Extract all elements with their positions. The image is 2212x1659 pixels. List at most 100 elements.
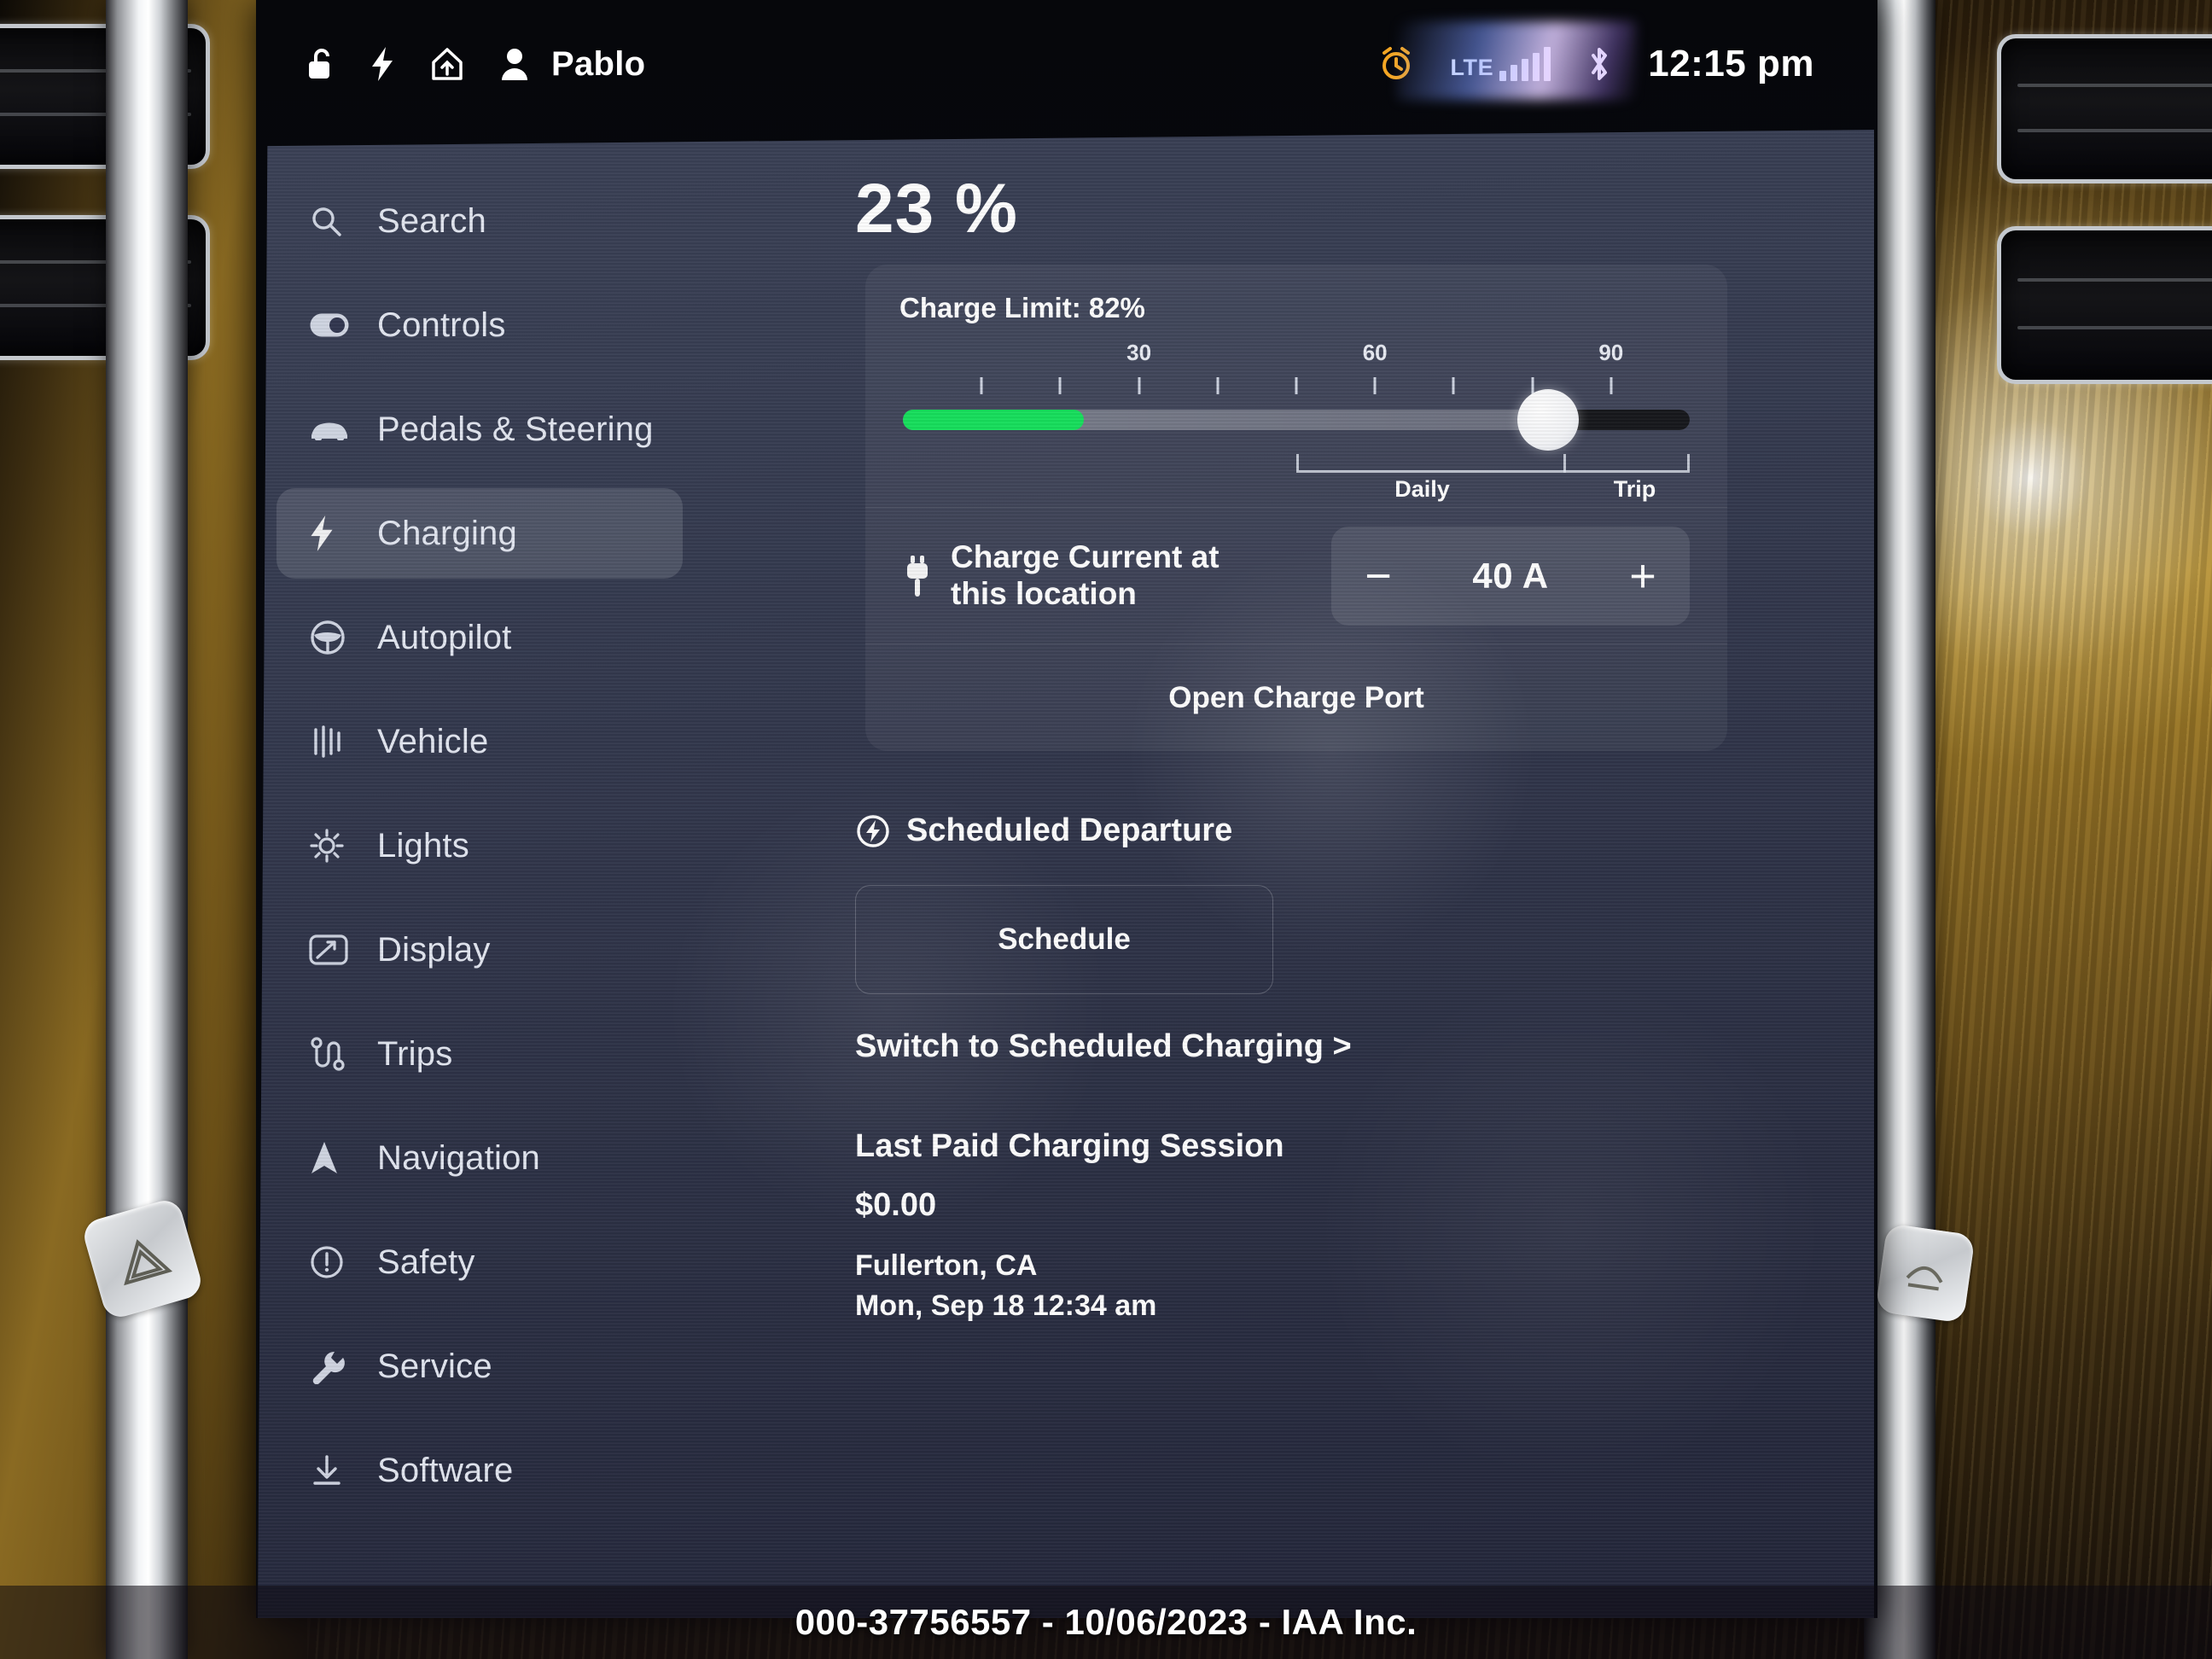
charge-current-label: Charge Current at this location (951, 539, 1220, 613)
sidebar-item-trips[interactable]: Trips (276, 1009, 683, 1099)
signal-bars-icon (1499, 47, 1551, 81)
navigation-arrow-icon (309, 1139, 353, 1177)
steering-wheel-icon (309, 619, 353, 656)
charging-main-content: 23 % Charge Limit: 82% 30 60 90 Daily Trip (719, 130, 1862, 1322)
sidebar-item-label: Search (377, 201, 486, 240)
slider-tick (980, 377, 983, 394)
sidebar-item-label: Trips (377, 1034, 453, 1073)
tesla-touchscreen: Pablo LTE 12:15 pm Search Controls Pedal… (256, 0, 1877, 1618)
clock-time: 12:15 pm (1648, 43, 1814, 84)
sidebar-item-label: Controls (377, 306, 506, 344)
lightning-bolt-icon[interactable] (370, 46, 394, 82)
sidebar-item-navigation[interactable]: Navigation (276, 1113, 683, 1203)
charge-current-row: Charge Current at this location − 40 A + (865, 507, 1727, 643)
charge-current-label-line1: Charge Current at (951, 538, 1220, 574)
increase-current-button[interactable]: + (1596, 527, 1690, 626)
sidebar-item-vehicle[interactable]: Vehicle (276, 696, 683, 787)
slider-tick (1216, 377, 1220, 394)
daily-range-label: Daily (1394, 476, 1450, 502)
network-type-label: LTE (1450, 55, 1494, 80)
last-session-location: Fullerton, CA (855, 1249, 1038, 1282)
decrease-current-button[interactable]: − (1331, 527, 1425, 626)
last-session-amount: $0.00 (855, 1187, 937, 1223)
sidebar-item-label: Pedals & Steering (377, 410, 654, 448)
user-profile-name[interactable]: Pablo (551, 45, 645, 84)
range-bracket-divider (1563, 454, 1567, 473)
sidebar-item-search[interactable]: Search (276, 176, 683, 266)
display-icon (309, 934, 353, 966)
charge-limit-label: Charge Limit: 82% (899, 292, 1145, 323)
cellular-signal-indicator: LTE (1397, 21, 1637, 100)
last-session-timestamp: Mon, Sep 18 12:34 am (855, 1289, 1157, 1322)
slider-tick-label: 60 (1362, 340, 1388, 365)
charge-settings-card: Charge Limit: 82% 30 60 90 Daily Trip Ch… (865, 265, 1727, 751)
sidebar-item-safety[interactable]: Safety (276, 1217, 683, 1307)
sidebar-item-controls[interactable]: Controls (276, 280, 683, 370)
dome-light-button[interactable] (1875, 1223, 1976, 1324)
home-icon[interactable] (430, 46, 464, 82)
sidebar-item-charging[interactable]: Charging (276, 488, 683, 579)
trip-range-label: Trip (1613, 476, 1656, 502)
sidebar-item-label: Lights (377, 826, 469, 864)
sidebar-item-pedals-steering[interactable]: Pedals & Steering (276, 384, 683, 474)
charge-current-value: 40 A (1472, 555, 1549, 596)
sidebar-item-label: Software (377, 1451, 514, 1489)
sidebar-item-label: Service (377, 1347, 492, 1385)
slider-thumb[interactable] (1517, 389, 1580, 451)
air-vent-right-lower (1997, 226, 2212, 384)
slider-tick (1295, 377, 1298, 394)
sidebar-item-service[interactable]: Service (276, 1321, 683, 1412)
sidebar-item-autopilot[interactable]: Autopilot (276, 592, 683, 683)
hazard-triangle-icon (124, 1239, 173, 1286)
auction-watermark: 000-37756557 - 10/06/2023 - IAA Inc. (0, 1586, 2212, 1659)
sidebar-item-label: Display (377, 930, 491, 969)
schedule-button[interactable]: Schedule (855, 885, 1273, 994)
car-icon (309, 417, 353, 441)
sidebar-item-display[interactable]: Display (276, 905, 683, 995)
slider-tick-label: 90 (1598, 340, 1624, 365)
slider-tick (1373, 377, 1377, 394)
lightning-bolt-icon (309, 515, 353, 552)
alarm-clock-icon[interactable] (1378, 45, 1414, 83)
scheduled-departure-section: Scheduled Departure Schedule Switch to S… (855, 812, 1794, 1065)
last-session-title: Last Paid Charging Session (855, 1128, 1284, 1164)
settings-app-panel: Search Controls Pedals & Steering Chargi… (258, 130, 1874, 1618)
toggle-icon (309, 312, 353, 338)
open-charge-port-button[interactable]: Open Charge Port (865, 643, 1727, 751)
alert-circle-icon (309, 1244, 353, 1280)
suspension-icon (309, 725, 353, 759)
sidebar-item-lights[interactable]: Lights (276, 800, 683, 891)
search-icon (309, 204, 353, 238)
light-bulb-icon (309, 828, 353, 864)
battery-percent-readout: 23 % (855, 170, 1018, 247)
chrome-trim-left (106, 0, 188, 1659)
scheduled-departure-header: Scheduled Departure (855, 812, 1794, 849)
bluetooth-icon[interactable] (1586, 44, 1612, 84)
sidebar-item-label: Navigation (377, 1138, 541, 1177)
wrench-icon (309, 1348, 353, 1384)
sidebar-item-label: Safety (377, 1243, 475, 1281)
range-bracket (1296, 454, 1690, 473)
scheduled-departure-title: Scheduled Departure (906, 812, 1233, 848)
charge-limit-slider[interactable]: 30 60 90 Daily Trip (903, 340, 1690, 507)
charge-plug-icon (903, 554, 932, 598)
slider-tick (1610, 377, 1613, 394)
slider-tick (1058, 377, 1062, 394)
unlocked-padlock-icon[interactable] (306, 47, 335, 81)
charge-current-label-line2: this location (951, 575, 1137, 611)
last-paid-charging-session: Last Paid Charging Session $0.00 Fullert… (855, 1128, 1284, 1323)
settings-sidebar: Search Controls Pedals & Steering Chargi… (258, 176, 701, 1529)
air-vent-right-upper (1997, 34, 2212, 183)
slider-tick (1452, 377, 1455, 394)
scheduled-departure-icon (855, 813, 891, 849)
sidebar-item-label: Charging (377, 514, 517, 552)
slider-tick (1138, 377, 1141, 394)
person-icon[interactable] (500, 46, 529, 82)
switch-to-scheduled-charging-link[interactable]: Switch to Scheduled Charging > (855, 1028, 1794, 1065)
status-bar: Pablo LTE 12:15 pm (256, 0, 1877, 128)
sidebar-item-software[interactable]: Software (276, 1425, 683, 1516)
charge-current-stepper: − 40 A + (1331, 526, 1690, 626)
dome-light-icon (1906, 1266, 1943, 1291)
download-icon (309, 1452, 353, 1488)
battery-fill-bar (903, 410, 1085, 430)
